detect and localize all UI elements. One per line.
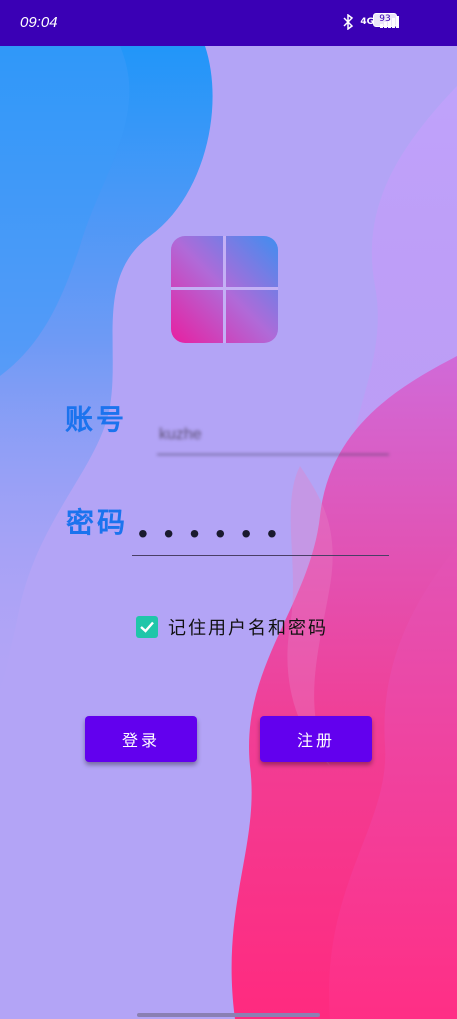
remember-checkbox[interactable] — [136, 616, 158, 638]
checkmark-icon — [140, 621, 154, 633]
password-input[interactable] — [132, 512, 389, 556]
windows-logo-icon — [171, 236, 278, 343]
password-label: 密码 — [66, 506, 129, 539]
status-bar: 09:04 4G 93 — [0, 0, 457, 46]
battery-level: 93 — [373, 13, 397, 27]
remember-row[interactable]: 记住用户名和密码 — [136, 614, 328, 640]
login-button[interactable]: 登录 — [85, 716, 197, 762]
bluetooth-icon — [343, 14, 354, 30]
home-indicator[interactable] — [137, 1013, 320, 1017]
register-button[interactable]: 注册 — [260, 716, 372, 762]
network-type: 4G — [360, 16, 374, 27]
remember-label: 记住用户名和密码 — [168, 618, 328, 639]
username-input[interactable] — [157, 415, 389, 455]
status-time: 09:04 — [20, 14, 58, 31]
username-label: 账号 — [65, 403, 128, 436]
